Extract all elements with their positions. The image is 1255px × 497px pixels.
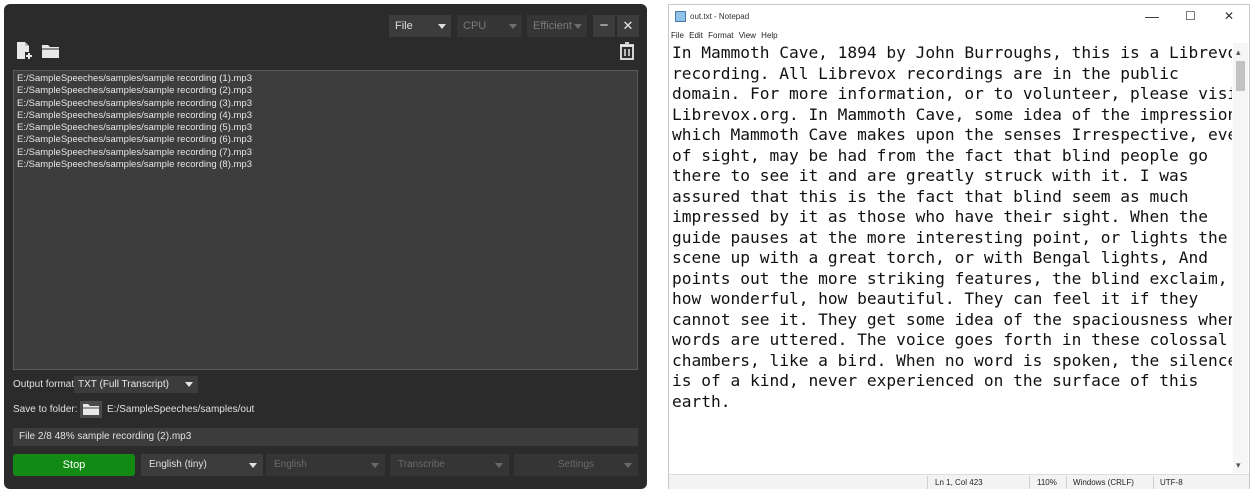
add-file-button[interactable] xyxy=(13,40,35,62)
menu-edit[interactable]: Edit xyxy=(689,31,703,40)
text-line: In Mammoth Cave, 1894 by John Burroughs,… xyxy=(672,43,1232,62)
chevron-down-icon xyxy=(249,463,257,468)
cursor-position: Ln 1, Col 423 xyxy=(935,478,983,487)
mode-select[interactable]: File xyxy=(389,15,451,37)
text-line: Librevox.org. In Mammoth Cave, some idea… xyxy=(672,104,1232,124)
output-format-value: TXT (Full Transcript) xyxy=(78,379,169,390)
text-line: of sight, may be had from the fact that … xyxy=(672,145,1209,165)
chevron-down-icon xyxy=(509,24,517,29)
choose-folder-button[interactable] xyxy=(80,401,102,418)
text-line: domain. For more information, or to volu… xyxy=(672,84,1232,103)
add-file-icon xyxy=(17,42,33,60)
title-bar[interactable]: out.txt - Notepad — ☐ ✕ xyxy=(669,5,1249,29)
close-icon: ✕ xyxy=(622,18,634,33)
list-item[interactable]: E:/SampleSpeeches/samples/sample recordi… xyxy=(17,134,634,146)
chevron-down-icon xyxy=(438,24,446,29)
text-line: earth. xyxy=(672,391,731,411)
minimize-icon: − xyxy=(599,17,609,34)
device-select[interactable]: CPU xyxy=(457,15,522,37)
list-item[interactable]: E:/SampleSpeeches/samples/sample recordi… xyxy=(17,110,634,122)
language-select-value: English xyxy=(274,459,307,470)
text-line: words are uttered. The voice goes forth … xyxy=(672,330,1228,349)
notepad-icon xyxy=(675,11,686,22)
menu-format[interactable]: Format xyxy=(708,31,733,40)
scroll-thumb[interactable] xyxy=(1236,61,1245,91)
minimize-button[interactable]: − xyxy=(593,15,615,37)
status-divider xyxy=(927,476,928,489)
list-item[interactable]: E:/SampleSpeeches/samples/sample recordi… xyxy=(17,85,634,97)
status-divider xyxy=(1153,476,1154,489)
clear-list-button[interactable] xyxy=(616,40,638,62)
model-select-value: English (tiny) xyxy=(149,459,207,470)
save-folder-label: Save to folder: xyxy=(13,404,78,415)
open-folder-button[interactable] xyxy=(40,40,62,62)
close-button[interactable]: ✕ xyxy=(1224,9,1234,23)
stop-button[interactable]: Stop xyxy=(13,454,135,476)
menu-bar: File Edit Format View Help xyxy=(671,31,781,40)
window-title: out.txt - Notepad xyxy=(690,12,750,21)
list-item[interactable]: E:/SampleSpeeches/samples/sample recordi… xyxy=(17,98,634,110)
chevron-down-icon xyxy=(574,24,582,29)
transcriber-window: File CPU Efficient − ✕ E:/SampleSpeeches… xyxy=(4,4,647,489)
menu-file[interactable]: File xyxy=(671,31,684,40)
status-divider xyxy=(1029,476,1030,489)
folder-icon xyxy=(42,45,59,58)
notepad-window: out.txt - Notepad — ☐ ✕ File Edit Format… xyxy=(668,4,1250,489)
scroll-up-icon[interactable]: ▴ xyxy=(1236,47,1241,58)
status-bar: Ln 1, Col 423 110% Windows (CRLF) UTF-8 xyxy=(669,474,1249,489)
settings-button[interactable]: Settings xyxy=(514,454,638,476)
profile-select-value: Efficient xyxy=(533,20,572,32)
maximize-button[interactable]: ☐ xyxy=(1185,9,1196,23)
text-line: there to see it and are greatly struck w… xyxy=(672,166,1189,185)
file-list[interactable]: E:/SampleSpeeches/samples/sample recordi… xyxy=(13,70,638,370)
minimize-button[interactable]: — xyxy=(1145,8,1159,24)
zoom-level: 110% xyxy=(1037,478,1057,487)
text-editor[interactable]: In Mammoth Cave, 1894 by John Burroughs,… xyxy=(672,43,1232,469)
text-line: scene up with a great torch, or with Ben… xyxy=(672,248,1209,267)
text-line: guide pauses at the more interesting poi… xyxy=(672,227,1228,247)
vertical-scrollbar[interactable]: ▴ ▾ xyxy=(1233,43,1248,473)
save-folder-path: E:/SampleSpeeches/samples/out xyxy=(107,404,255,415)
output-format-label: Output format: xyxy=(13,379,77,390)
text-line: recording. All Librevox recordings are i… xyxy=(672,63,1179,83)
task-select[interactable]: Transcribe xyxy=(390,454,509,476)
text-line: impressed by it as those who have their … xyxy=(672,207,1209,226)
list-item[interactable]: E:/SampleSpeeches/samples/sample recordi… xyxy=(17,73,634,85)
chevron-down-icon xyxy=(495,463,503,468)
list-item[interactable]: E:/SampleSpeeches/samples/sample recordi… xyxy=(17,122,634,134)
encoding: UTF-8 xyxy=(1160,478,1183,487)
language-select[interactable]: English xyxy=(266,454,385,476)
text-line: chambers, like a bird. When no word is s… xyxy=(672,350,1232,370)
chevron-down-icon xyxy=(624,463,632,468)
close-button[interactable]: ✕ xyxy=(617,15,639,37)
text-line: cannot see it. They get some idea of the… xyxy=(672,309,1232,329)
scroll-down-icon[interactable]: ▾ xyxy=(1236,460,1241,471)
output-format-select[interactable]: TXT (Full Transcript) xyxy=(74,376,198,393)
menu-help[interactable]: Help xyxy=(761,31,777,40)
status-divider xyxy=(1066,476,1067,489)
chevron-down-icon xyxy=(371,463,379,468)
chevron-down-icon xyxy=(185,382,193,387)
profile-select[interactable]: Efficient xyxy=(527,15,587,37)
settings-label: Settings xyxy=(557,459,595,470)
text-line: is of a kind, never experienced on the s… xyxy=(672,371,1199,390)
text-line: points out the more striking features, t… xyxy=(672,268,1228,288)
menu-view[interactable]: View xyxy=(739,31,756,40)
trash-icon xyxy=(620,42,634,60)
folder-icon xyxy=(83,404,99,415)
text-line: how wonderful, how beautiful. They can f… xyxy=(672,289,1199,308)
list-item[interactable]: E:/SampleSpeeches/samples/sample recordi… xyxy=(17,159,634,171)
list-item[interactable]: E:/SampleSpeeches/samples/sample recordi… xyxy=(17,147,634,159)
mode-select-value: File xyxy=(395,20,413,32)
model-select[interactable]: English (tiny) xyxy=(141,454,263,476)
device-select-value: CPU xyxy=(463,20,487,32)
line-ending: Windows (CRLF) xyxy=(1073,478,1134,487)
task-select-value: Transcribe xyxy=(398,459,445,470)
progress-status: File 2/8 48% sample recording (2).mp3 xyxy=(13,428,638,446)
text-line: assured that this is the fact that blind… xyxy=(672,186,1189,206)
text-line: which Mammoth Cave makes upon the senses… xyxy=(672,125,1232,144)
